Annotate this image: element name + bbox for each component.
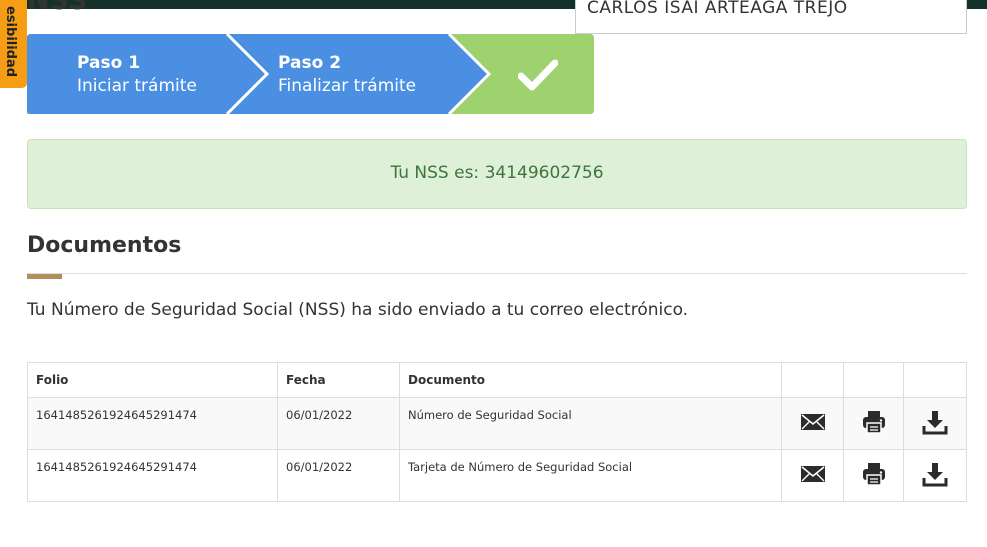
table-header-row: Folio Fecha Documento xyxy=(27,362,967,398)
nss-alert: Tu NSS es: 34149602756 xyxy=(27,139,967,209)
email-cell xyxy=(781,397,844,450)
user-name-box: CARLOS ISAI ARTEAGA TREJO xyxy=(575,0,967,34)
documento-cell: Tarjeta de Número de Seguridad Social xyxy=(399,449,782,502)
print-icon[interactable] xyxy=(861,409,887,435)
folio-cell: 1641485261924645291474 xyxy=(27,397,278,450)
section-divider xyxy=(27,273,967,274)
table-row: 1641485261924645291474 06/01/2022 Número… xyxy=(27,397,967,450)
step-1: Paso 1 Iniciar trámite xyxy=(77,51,197,97)
column-fecha: Fecha xyxy=(277,362,400,398)
print-cell xyxy=(843,449,904,502)
step-2: Paso 2 Finalizar trámite xyxy=(278,51,416,97)
nss-alert-text: Tu NSS es: 34149602756 xyxy=(390,163,604,183)
documento-cell: Número de Seguridad Social xyxy=(399,397,782,450)
step-2-number: Paso 2 xyxy=(278,53,342,73)
page-title: NSS xyxy=(27,0,88,16)
step-2-label: Finalizar trámite xyxy=(278,76,417,96)
section-accent xyxy=(27,274,62,279)
print-icon[interactable] xyxy=(861,461,887,487)
accessibility-tab[interactable]: esibilidad xyxy=(0,0,27,88)
email-cell xyxy=(781,449,844,502)
stepper: Paso 1 Iniciar trámite Paso 2 Finalizar … xyxy=(27,34,594,114)
folio-cell: 1641485261924645291474 xyxy=(27,449,278,502)
check-icon xyxy=(518,59,558,91)
step-1-label: Iniciar trámite xyxy=(77,76,197,96)
envelope-icon[interactable] xyxy=(800,461,826,487)
download-cell xyxy=(903,449,967,502)
fecha-cell: 06/01/2022 xyxy=(277,449,400,502)
envelope-icon[interactable] xyxy=(800,409,826,435)
column-folio: Folio xyxy=(27,362,278,398)
column-print xyxy=(843,362,904,398)
step-1-number: Paso 1 xyxy=(77,53,141,73)
print-cell xyxy=(843,397,904,450)
table-row: 1641485261924645291474 06/01/2022 Tarjet… xyxy=(27,449,967,502)
download-icon[interactable] xyxy=(922,409,948,435)
user-name: CARLOS ISAI ARTEAGA TREJO xyxy=(587,0,848,18)
documents-title: Documentos xyxy=(27,233,182,258)
download-icon[interactable] xyxy=(922,461,948,487)
column-email xyxy=(781,362,844,398)
documents-message: Tu Número de Seguridad Social (NSS) ha s… xyxy=(27,300,689,320)
download-cell xyxy=(903,397,967,450)
accessibility-label: esibilidad xyxy=(3,6,18,78)
fecha-cell: 06/01/2022 xyxy=(277,397,400,450)
column-documento: Documento xyxy=(399,362,782,398)
column-download xyxy=(903,362,967,398)
documents-table: Folio Fecha Documento 164148526192464529… xyxy=(27,362,967,502)
